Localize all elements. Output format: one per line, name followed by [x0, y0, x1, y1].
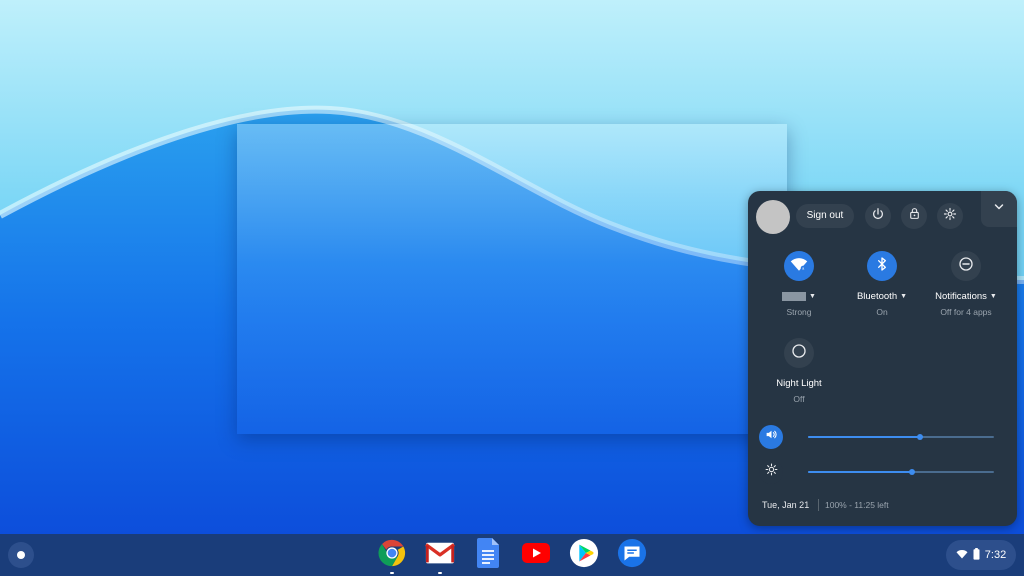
caret-down-icon: ▼: [900, 292, 908, 300]
clock-time: 7:32: [984, 549, 1007, 561]
bluetooth-status: On: [876, 307, 888, 317]
lock-button[interactable]: [901, 203, 927, 229]
bluetooth-pod[interactable]: Bluetooth ▼ On: [842, 251, 922, 317]
lock-icon: [908, 207, 921, 225]
wifi-pod[interactable]: a ▼ Strong: [759, 251, 839, 317]
volume-button[interactable]: [759, 425, 783, 449]
youtube-icon: [522, 542, 550, 568]
launcher-button[interactable]: [8, 542, 34, 568]
caret-down-icon: ▼: [989, 292, 997, 300]
status-area-button[interactable]: 7:32: [946, 540, 1016, 570]
brightness-icon: [765, 463, 778, 481]
avatar[interactable]: [756, 200, 790, 234]
battery-status: 100% - 11:25 left: [825, 500, 889, 510]
power-icon: [871, 207, 885, 226]
notifications-pod[interactable]: Notifications ▼ Off for 4 apps: [926, 251, 1006, 317]
running-indicator: [438, 572, 442, 574]
volume-slider-thumb[interactable]: [916, 434, 923, 440]
settings-icon: [943, 207, 957, 226]
youtube-app[interactable]: [520, 539, 552, 571]
notifications-status: Off for 4 apps: [940, 307, 992, 317]
running-indicator: [390, 572, 394, 574]
bluetooth-toggle[interactable]: [867, 251, 897, 281]
brightness-slider-fill: [808, 471, 913, 473]
brightness-button[interactable]: [759, 460, 783, 484]
night-light-status: Off: [793, 394, 805, 404]
play-store-app[interactable]: [568, 538, 600, 573]
chevron-down-icon: [993, 200, 1005, 218]
quick-settings-panel: Sign out a ▼ Strong Bluetooth ▼ On Notif…: [748, 191, 1017, 526]
messages-app[interactable]: [616, 538, 648, 573]
volume-slider[interactable]: [808, 434, 994, 440]
messages-icon: [617, 538, 647, 573]
brightness-slider[interactable]: [808, 469, 994, 475]
translucent-window-preview: [237, 124, 787, 434]
chrome-icon: [377, 538, 407, 573]
sign-out-button[interactable]: Sign out: [796, 204, 854, 228]
night-light-label: Night Light: [776, 378, 822, 389]
launcher-icon: [17, 551, 25, 559]
docs-app[interactable]: [472, 537, 504, 573]
shelf: 7:32: [0, 534, 1024, 576]
night-light-pod[interactable]: Night Light Off: [759, 338, 839, 404]
gmail-app[interactable]: [424, 539, 456, 574]
chrome-app[interactable]: [376, 538, 408, 574]
network-name: [782, 291, 807, 301]
do-not-disturb-icon: [958, 256, 974, 277]
wifi-status: Strong: [786, 307, 812, 317]
power-button[interactable]: [865, 203, 891, 229]
collapse-button[interactable]: [981, 191, 1017, 227]
battery-icon: [973, 547, 980, 563]
divider: [818, 499, 819, 511]
notifications-label: Notifications: [935, 291, 987, 302]
brightness-slider-thumb[interactable]: [909, 469, 916, 475]
date-label[interactable]: Tue, Jan 21: [762, 500, 809, 510]
docs-icon: [477, 537, 499, 573]
notifications-toggle[interactable]: [951, 251, 981, 281]
night-light-toggle[interactable]: [784, 338, 814, 368]
bluetooth-icon: [876, 256, 888, 277]
play-store-icon: [569, 538, 599, 573]
wifi-toggle[interactable]: a: [784, 251, 814, 281]
gmail-icon: [424, 541, 456, 570]
night-light-icon: [791, 343, 807, 364]
caret-down-icon: ▼: [809, 292, 816, 300]
wifi-icon: [956, 549, 968, 562]
volume-slider-fill: [808, 436, 920, 438]
bluetooth-label: Bluetooth: [856, 291, 898, 302]
wifi-icon: a: [790, 256, 808, 277]
volume-icon: [765, 428, 778, 446]
settings-button[interactable]: [937, 203, 963, 229]
